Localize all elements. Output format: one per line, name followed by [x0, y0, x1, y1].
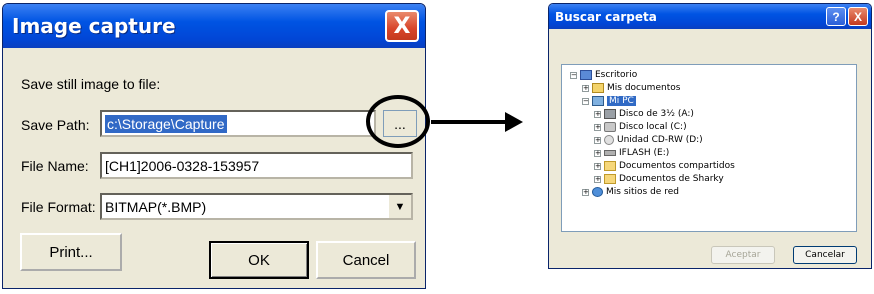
tree-item-mi-pc[interactable]: − Mi PC [582, 96, 636, 106]
file-format-label: File Format: [21, 199, 96, 215]
help-button[interactable]: ? [826, 7, 846, 26]
tree-item-iflash[interactable]: + IFLASH (E:) [594, 148, 669, 158]
title-bar: Image capture X [3, 4, 425, 48]
tree-item-label: Documentos de Sharky [619, 174, 724, 184]
tree-item-label: Escritorio [595, 70, 638, 80]
close-button[interactable]: X [385, 10, 419, 42]
close-button[interactable]: X [848, 7, 868, 26]
file-name-value: [CH1]2006-0328-153957 [105, 157, 260, 174]
expand-icon[interactable]: + [594, 123, 601, 131]
dialog-title: Image capture [12, 14, 176, 38]
close-icon: X [393, 13, 411, 39]
cancel-button[interactable]: Cancelar [793, 246, 857, 264]
expand-icon[interactable]: + [594, 175, 601, 183]
accept-button[interactable]: Aceptar [711, 246, 775, 264]
expand-icon[interactable]: + [594, 162, 601, 170]
folder-tree[interactable]: − Escritorio + Mis documentos − Mi PC + … [561, 64, 857, 232]
tree-item-cd-drive[interactable]: + Unidad CD-RW (D:) [594, 135, 703, 145]
tree-item-floppy[interactable]: + Disco de 3½ (A:) [594, 109, 694, 119]
highlight-circle [366, 95, 430, 148]
tree-item-label: Documentos compartidos [619, 161, 735, 171]
tree-item-local-disk[interactable]: + Disco local (C:) [594, 122, 687, 132]
print-button[interactable]: Print... [20, 233, 122, 271]
dialog-title: Buscar carpeta [555, 9, 657, 24]
file-format-value: BITMAP(*.BMP) [105, 198, 207, 215]
image-capture-dialog: Image capture X Save still image to file… [2, 3, 426, 289]
tree-item-label: Disco de 3½ (A:) [619, 109, 694, 119]
usb-drive-icon [604, 150, 616, 156]
file-name-field[interactable]: [CH1]2006-0328-153957 [100, 152, 413, 179]
save-path-field[interactable]: c:\Storage\Capture [100, 110, 376, 137]
expand-icon[interactable]: + [582, 188, 589, 196]
cancel-button[interactable]: Cancel [316, 241, 416, 279]
collapse-icon[interactable]: − [582, 97, 589, 105]
tree-item-label: Unidad CD-RW (D:) [617, 135, 703, 145]
network-icon [592, 187, 603, 197]
tree-item-label: Mis documentos [607, 83, 681, 93]
expand-icon[interactable]: + [594, 149, 601, 157]
desktop-icon [580, 70, 592, 80]
expand-icon[interactable]: + [594, 136, 601, 144]
hard-disk-icon [604, 122, 616, 132]
tree-item-label: Mi PC [607, 96, 636, 106]
expand-icon[interactable]: + [594, 110, 601, 118]
arrow-line [431, 120, 509, 124]
tree-item-sharky-docs[interactable]: + Documentos de Sharky [594, 174, 724, 184]
tree-item-mis-documentos[interactable]: + Mis documentos [582, 83, 680, 93]
help-icon: ? [832, 9, 840, 24]
browse-folder-dialog: Buscar carpeta ? X − Escritorio + Mis do… [548, 3, 872, 269]
tree-item-label: Mis sitios de red [606, 187, 679, 197]
save-path-label: Save Path: [21, 117, 90, 133]
tree-item-label: Disco local (C:) [619, 122, 687, 132]
file-name-label: File Name: [21, 158, 89, 174]
my-documents-icon [592, 83, 604, 93]
my-computer-icon [592, 96, 604, 106]
chevron-down-icon[interactable]: ▼ [387, 195, 411, 218]
intro-label: Save still image to file: [21, 76, 161, 92]
tree-item-network[interactable]: + Mis sitios de red [582, 187, 679, 197]
file-format-select[interactable]: BITMAP(*.BMP) ▼ [100, 193, 413, 220]
cd-drive-icon [604, 135, 614, 145]
floppy-icon [604, 109, 616, 119]
save-path-value: c:\Storage\Capture [105, 114, 227, 133]
ok-button[interactable]: OK [209, 241, 309, 279]
title-bar: Buscar carpeta ? X [549, 4, 871, 29]
collapse-icon[interactable]: − [570, 71, 577, 79]
arrow-head-icon [505, 112, 523, 132]
folder-icon [604, 174, 616, 184]
tree-item-shared-docs[interactable]: + Documentos compartidos [594, 161, 735, 171]
tree-item-escritorio[interactable]: − Escritorio [570, 70, 637, 80]
close-icon: X [853, 9, 862, 24]
tree-item-label: IFLASH (E:) [619, 148, 670, 158]
folder-icon [604, 161, 616, 171]
expand-icon[interactable]: + [582, 84, 589, 92]
